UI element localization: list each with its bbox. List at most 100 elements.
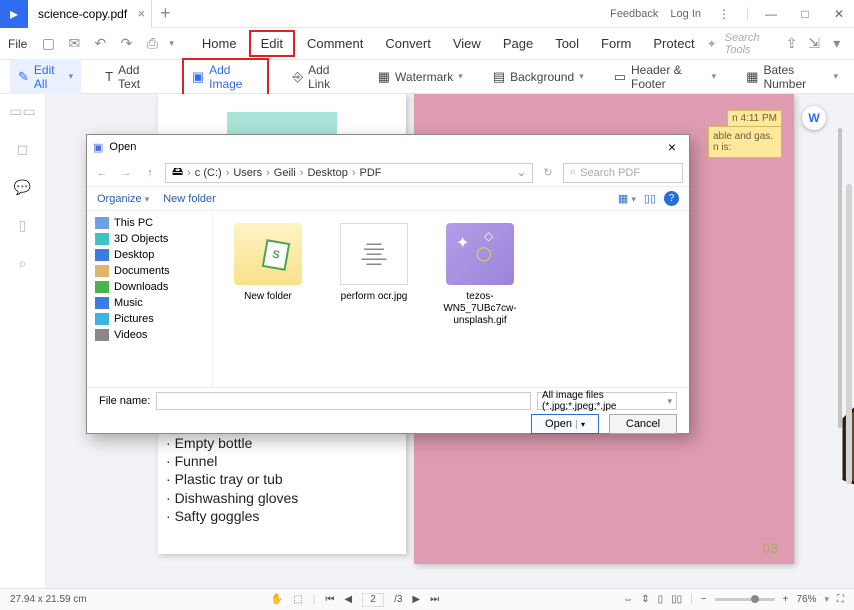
tab-form[interactable]: Form [591,32,641,55]
new-tab-button[interactable]: + [152,3,179,24]
filetype-dropdown[interactable]: All image files (*.jpg;*.jpeg;*.jpe▾ [537,392,677,410]
chevron-down-icon[interactable]: ⌄ [517,166,526,179]
thumbnails-icon[interactable]: ▭▭ [14,102,32,120]
search-tools-input[interactable]: Search Tools [725,32,777,56]
sidebar-this-pc[interactable]: This PC [87,215,212,231]
redo-icon[interactable]: ↷ [117,35,135,53]
comment-icon[interactable]: 💬 [14,178,32,196]
feedback-link[interactable]: Feedback [610,8,658,20]
word-bubble-icon[interactable]: W [802,106,826,130]
zoom-level[interactable]: 76% [796,594,816,605]
zoom-slider[interactable] [715,598,775,601]
menu-dots-icon[interactable]: ⋮ [713,3,735,25]
folder-icon [234,223,302,285]
next-page-icon[interactable]: ▶ [412,594,420,605]
first-page-icon[interactable]: ⏮ [325,594,334,605]
sidebar-documents[interactable]: Documents [87,263,212,279]
tab-page[interactable]: Page [493,32,543,55]
minimize-button[interactable]: — [760,3,782,25]
dialog-search-input[interactable]: ⌕ Search PDF [563,163,683,183]
fit-page-icon[interactable]: ⇕ [641,594,649,605]
breadcrumb[interactable]: 🖴 › c (C:) › Users › Geili › Desktop › P… [165,163,533,183]
bates-number-button[interactable]: ▦ Bates Number ▾ [740,59,844,95]
new-folder-button[interactable]: New folder [163,193,216,205]
sidebar-videos[interactable]: Videos [87,327,212,343]
sidebar-desktop[interactable]: Desktop [87,247,212,263]
up-button[interactable]: ↑ [141,167,159,179]
filename-input[interactable] [156,392,531,410]
tab-edit[interactable]: Edit [249,30,295,57]
background-button[interactable]: ▤ Background ▾ [487,65,590,89]
tab-convert[interactable]: Convert [375,32,441,55]
fullscreen-icon[interactable]: ⛶ [837,594,844,605]
open-dialog: ▣ Open × ← → ↑ 🖴 › c (C:) › Users › Geil… [86,134,690,434]
zoom-out-icon[interactable]: − [701,594,707,605]
list-item: Dishwashing gloves [166,489,396,507]
add-image-button[interactable]: ▣ Add Image [182,58,269,96]
mail-icon[interactable]: ✉ [65,35,83,53]
sidebar-music[interactable]: Music [87,295,212,311]
two-page-icon[interactable]: ▯▯ [671,594,682,605]
tab-home[interactable]: Home [192,32,247,55]
undo-icon[interactable]: ↶ [91,35,109,53]
hand-tool-icon[interactable]: ✋ [271,594,283,605]
bookmark-icon[interactable]: ◻ [14,140,32,158]
tab-protect[interactable]: Protect [643,32,704,55]
tab-tool[interactable]: Tool [545,32,589,55]
file-gif[interactable]: ✦ ◯ ◇ tezos-WN5_7UBc7cw-unsplash.gif [435,223,525,327]
sidebar-3d-objects[interactable]: 3D Objects [87,231,212,247]
dialog-close-button[interactable]: × [661,139,683,155]
preview-icon[interactable]: ▯▯ [644,192,656,205]
organize-menu[interactable]: Organize ▾ [97,193,149,205]
zoom-in-icon[interactable]: + [783,594,789,605]
chevron-down-icon[interactable]: ▾ [169,38,174,49]
add-text-button[interactable]: T Add Text [99,59,164,95]
tab-close-icon[interactable]: × [138,6,146,21]
fit-width-icon[interactable]: ⇔ [623,594,633,605]
cancel-button[interactable]: Cancel [609,414,677,434]
maximize-button[interactable]: □ [794,3,816,25]
refresh-button[interactable]: ↻ [539,166,557,179]
help-icon[interactable]: ? [664,191,679,206]
tab-view[interactable]: View [443,32,491,55]
header-footer-button[interactable]: ▭ Header & Footer ▾ [608,59,722,95]
print-icon[interactable]: ⎙ [143,35,161,53]
document-viewport[interactable]: n 4:11 PM able and gas. n is: 03 4400°c … [46,94,854,588]
open-button[interactable]: Open ▾ [531,414,599,434]
gif-thumbnail: ✦ ◯ ◇ [446,223,514,285]
forward-button[interactable]: → [117,167,135,179]
edit-toolbar: ✎ Edit All ▾ T Add Text ▣ Add Image ⎆ Ad… [0,60,854,94]
file-folder[interactable]: New folder [223,223,313,303]
file-menu[interactable]: File [4,37,31,51]
zoom-dropdown[interactable]: ▾ [824,594,829,605]
tab-comment[interactable]: Comment [297,32,373,55]
share-icon[interactable]: ⇪ [784,35,799,53]
edit-all-button[interactable]: ✎ Edit All ▾ [10,59,81,95]
save-icon[interactable]: ▢ [39,35,57,53]
wand-icon[interactable]: ✦ [707,37,717,51]
file-pane[interactable]: New folder ▬▬▬▬▬▬▬▬▬▬▬▬▬▬▬▬▬▬ perform oc… [213,211,689,387]
view-icon[interactable]: ▦ ▾ [618,192,636,205]
close-button[interactable]: ✕ [828,3,850,25]
sidebar-downloads[interactable]: Downloads [87,279,212,295]
select-tool-icon[interactable]: ⬚ [293,594,302,605]
file-image-jpg[interactable]: ▬▬▬▬▬▬▬▬▬▬▬▬▬▬▬▬▬▬ perform ocr.jpg [329,223,419,303]
watermark-button[interactable]: ▦ Watermark ▾ [372,65,469,89]
sticky-note[interactable]: able and gas. n is: [708,126,782,158]
page-input[interactable]: 2 [362,593,384,607]
main-scrollbar[interactable] [846,184,852,484]
last-page-icon[interactable]: ⏭ [430,594,439,605]
sidebar-pictures[interactable]: Pictures [87,311,212,327]
document-scrollbar[interactable] [838,128,842,428]
single-page-icon[interactable]: ▯ [658,594,664,605]
back-button[interactable]: ← [93,167,111,179]
add-link-button[interactable]: ⎆ Add Link [287,59,354,95]
dropdown-icon[interactable]: ▾ [829,35,844,53]
cloud-icon[interactable]: ⇲ [807,35,822,53]
search-icon[interactable]: ⌕ [14,254,32,272]
prev-page-icon[interactable]: ◀ [344,594,352,605]
attachment-icon[interactable]: ▯ [14,216,32,234]
document-tab[interactable]: science-copy.pdf × [28,0,152,28]
chevron-down-icon: ▾ [69,71,74,82]
login-link[interactable]: Log In [670,8,701,20]
